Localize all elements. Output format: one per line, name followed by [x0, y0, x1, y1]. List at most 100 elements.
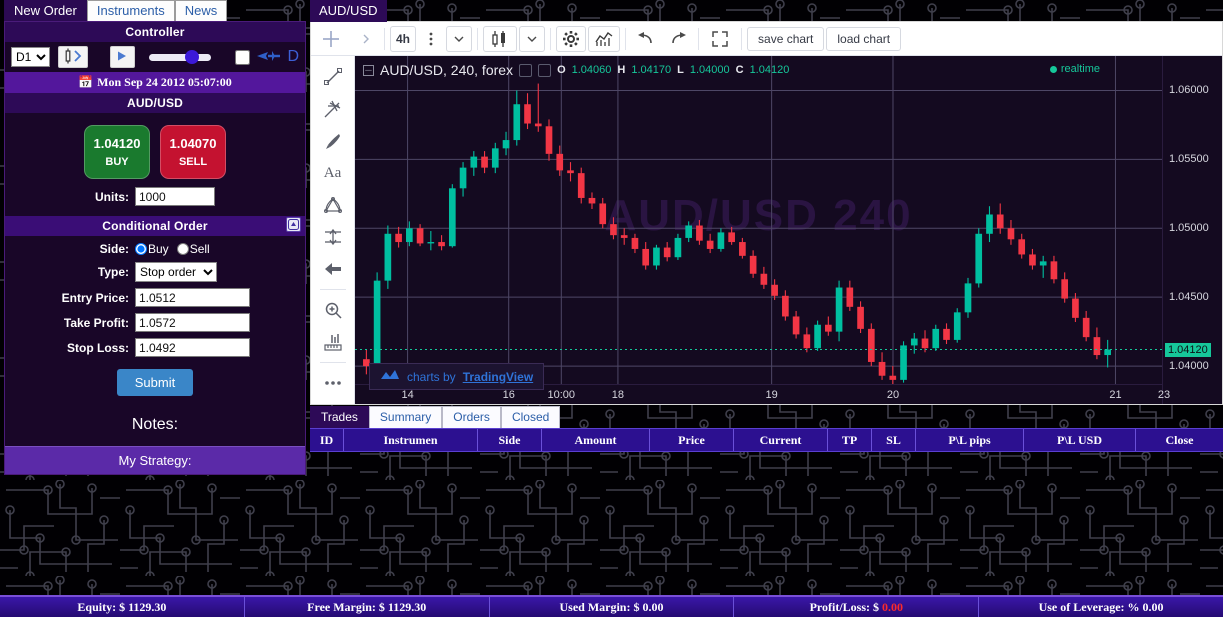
submit-button[interactable]: Submit — [116, 369, 194, 396]
legend-collapse-icon[interactable]: ─ — [363, 64, 374, 76]
ohlc-close-key: C — [735, 64, 744, 76]
chart-pair-tab[interactable]: AUD/USD — [310, 0, 387, 22]
tab-summary[interactable]: Summary — [368, 406, 443, 428]
buy-button[interactable]: 1.04120 BUY — [84, 125, 150, 179]
candlestick-icon[interactable] — [483, 25, 518, 52]
chevron-down-icon-timeframe[interactable] — [446, 25, 473, 52]
trades-column-header[interactable]: Side — [478, 429, 542, 451]
tab-trades[interactable]: Trades — [310, 406, 369, 428]
conditional-collapse-button[interactable] — [286, 217, 301, 232]
plane-icon[interactable] — [256, 48, 282, 67]
ohlc-high-key: H — [617, 64, 626, 76]
candle-step-button[interactable] — [58, 46, 88, 68]
time-axis-tick: 18 — [611, 389, 625, 401]
chart-body: Aa AUD/USD 240 ─ AUD/USD, 240, forex O 1… — [311, 56, 1222, 404]
tab-orders[interactable]: Orders — [442, 406, 501, 428]
chart-plot-area[interactable]: AUD/USD 240 ─ AUD/USD, 240, forex O 1.04… — [355, 56, 1162, 404]
gann-icon[interactable] — [318, 190, 348, 220]
trades-column-header[interactable]: Current — [734, 429, 828, 451]
trades-column-header[interactable]: TP — [828, 429, 872, 451]
redo-icon[interactable] — [663, 25, 694, 52]
time-axis-tick: 14 — [401, 389, 414, 401]
price-axis-tick: 1.04500 — [1169, 291, 1209, 304]
tab-news[interactable]: News — [174, 0, 228, 21]
save-chart-button[interactable]: save chart — [747, 26, 825, 51]
brush-icon[interactable] — [318, 126, 348, 156]
trades-column-header[interactable]: Instrumen — [344, 429, 478, 451]
time-axis-tick: 21 — [1109, 389, 1122, 401]
trades-column-header[interactable]: SL — [872, 429, 916, 451]
toolbar-expand-icon[interactable] — [353, 25, 379, 52]
trades-column-header[interactable]: Price — [650, 429, 734, 451]
notes-title: Notes: — [131, 416, 179, 433]
side-sell-radio[interactable] — [176, 243, 189, 255]
eye-icon[interactable] — [519, 63, 533, 77]
chart-container: 4h save chart load chart Aa AUD/USD 240 … — [310, 21, 1223, 405]
trades-column-header[interactable]: ID — [310, 429, 344, 451]
magnet-ruler-icon[interactable] — [318, 327, 348, 357]
timeframe-button[interactable]: 4h — [390, 25, 417, 52]
units-input[interactable] — [135, 187, 215, 206]
trades-column-header[interactable]: Close — [1136, 429, 1223, 451]
time-axis-tick: 19 — [765, 389, 778, 401]
tab-closed[interactable]: Closed — [500, 406, 561, 428]
controller-row: D1 D — [5, 42, 305, 72]
calendar-icon: 📅 — [78, 75, 94, 89]
sell-button[interactable]: 1.04070 SELL — [160, 125, 226, 179]
dots-vertical-icon[interactable] — [418, 25, 445, 52]
timeframe-select[interactable]: D1 — [11, 47, 51, 67]
trades-table-header: ID Instrumen Side Amount Price Current TP SL P\L… — [310, 428, 1223, 452]
trend-line-icon[interactable] — [318, 62, 348, 92]
units-label: Units: — [95, 189, 129, 204]
ohlc-open-value: 1.04060 — [571, 64, 612, 76]
my-strategy-bar[interactable]: My Strategy: — [5, 446, 305, 474]
auto-run-checkbox[interactable] — [235, 48, 251, 66]
candlestick-plot — [355, 56, 1162, 384]
order-type-select[interactable]: Stop order — [135, 262, 217, 282]
ohlc-close-value: 1.04120 — [749, 64, 790, 76]
stop-loss-input[interactable] — [135, 338, 250, 357]
fullscreen-icon[interactable] — [704, 25, 737, 52]
indicators-icon[interactable] — [588, 25, 621, 52]
type-label: Type: — [97, 265, 129, 279]
trades-column-header[interactable]: P\L pips — [916, 429, 1024, 451]
entry-price-row: Entry Price: — [5, 288, 305, 307]
take-profit-input[interactable] — [135, 313, 250, 332]
price-axis[interactable]: 1.06000 1.05500 1.05000 1.04500 1.04000 1.041… — [1162, 56, 1222, 404]
realtime-label: realtime — [1060, 63, 1100, 75]
status-free-margin: Free Margin: $ 1129.30 — [244, 597, 490, 617]
tradingview-link[interactable]: TradingView — [463, 370, 533, 384]
entry-price-input[interactable] — [135, 288, 250, 307]
time-axis-tick: 23 — [1157, 389, 1171, 401]
more-dots-icon[interactable] — [318, 368, 348, 398]
load-chart-button[interactable]: load chart — [826, 26, 902, 51]
toolbar-divider-3 — [550, 27, 552, 50]
speed-slider[interactable] — [149, 53, 212, 61]
entry-price-label: Entry Price: — [61, 290, 129, 305]
crosshair-icon[interactable] — [315, 25, 347, 52]
tab-new-order[interactable]: New Order — [4, 0, 87, 21]
trades-column-header[interactable]: Amount — [542, 429, 650, 451]
chevron-down-icon-style[interactable] — [519, 25, 546, 52]
conditional-order-header: Conditional Order — [5, 216, 305, 236]
zoom-icon[interactable] — [318, 295, 348, 325]
time-axis-tick: 16 — [502, 389, 515, 401]
side-buy-label: Buy — [148, 242, 169, 256]
time-axis-tick: 10:00 — [547, 389, 576, 401]
tradingview-badge[interactable]: charts by TradingView — [369, 363, 545, 390]
arrow-icon[interactable] — [318, 254, 348, 284]
measure-icon[interactable] — [318, 222, 348, 252]
realtime-dot-icon — [1049, 65, 1057, 73]
play-button[interactable] — [109, 46, 136, 68]
trades-column-header[interactable]: P\L USD — [1024, 429, 1136, 451]
type-row: Type: Stop order — [5, 262, 305, 282]
undo-icon[interactable] — [631, 25, 662, 52]
chart-toolbar: 4h save chart load chart — [311, 22, 1222, 56]
pitchfork-icon[interactable] — [318, 94, 348, 124]
side-buy-radio[interactable] — [135, 243, 147, 255]
tab-instruments[interactable]: Instruments — [86, 0, 175, 21]
legend-settings-icon[interactable] — [538, 63, 552, 77]
gear-icon[interactable] — [556, 25, 587, 52]
direction-letter: D — [287, 48, 299, 65]
main-tab-bar: New Order Instruments News — [0, 0, 310, 21]
